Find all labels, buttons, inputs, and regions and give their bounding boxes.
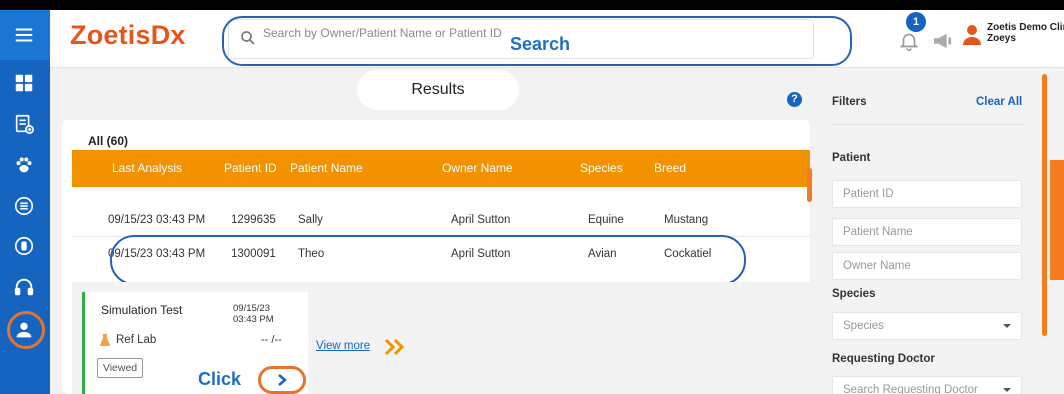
status-badge: Viewed (97, 358, 143, 378)
bell-icon[interactable] (898, 30, 920, 52)
headset-icon[interactable] (11, 274, 37, 300)
help-icon[interactable]: ? (787, 92, 802, 107)
table-scrollbar[interactable] (807, 168, 812, 202)
megaphone-icon[interactable] (932, 32, 954, 50)
app-frame: ZoetisDx 1 Zoetis Demo Clini Zoeys Searc… (0, 10, 1064, 394)
column-header[interactable]: Patient Name (290, 150, 363, 187)
sidebar-highlight-circle (7, 311, 45, 349)
owner-name-field[interactable]: Owner Name (832, 252, 1022, 280)
test-name: Simulation Test (101, 303, 183, 317)
user-avatar-icon[interactable] (962, 24, 982, 46)
info-icon[interactable] (11, 233, 37, 259)
row-annotation-oval (110, 235, 746, 285)
add-report-icon[interactable] (11, 111, 37, 137)
filters-divider (832, 124, 1024, 125)
notification-badge: 1 (906, 12, 926, 32)
list-icon[interactable] (11, 193, 37, 219)
column-header[interactable]: Owner Name (442, 150, 513, 187)
clinic-name[interactable]: Zoetis Demo Clini (987, 22, 1064, 33)
species-select[interactable]: Species (832, 312, 1022, 340)
species-select-value: Species (843, 320, 884, 332)
filters-scrollbar[interactable] (1042, 74, 1047, 336)
cell-owner-name: April Sutton (451, 214, 511, 226)
cell-species: Equine (588, 214, 624, 226)
species-filter-label: Species (832, 288, 876, 300)
caret-down-icon (1003, 324, 1011, 328)
flask-icon (100, 334, 110, 346)
filters-title: Filters (832, 96, 867, 108)
table-header: Last Analysis Patient ID Patient Name Ow… (72, 150, 810, 187)
menu-icon[interactable] (11, 22, 37, 48)
double-chevron-right-icon (384, 338, 405, 356)
caret-down-icon (1003, 388, 1011, 392)
patient-name-field[interactable]: Patient Name (832, 218, 1022, 246)
results-count: All (60) (88, 134, 129, 148)
cell-patient-id: 1299635 (231, 214, 276, 226)
next-button[interactable] (258, 366, 306, 394)
filters-panel: Filters Clear All Patient Patient ID Pat… (814, 68, 1064, 394)
requesting-doctor-value: Search Requesting Doctor (843, 384, 978, 394)
click-annotation-label: Click (198, 369, 242, 389)
column-header[interactable]: Species (580, 150, 623, 187)
search-annotation-label: Search (510, 34, 571, 54)
cell-breed: Mustang (664, 214, 709, 226)
cell-last-analysis: 09/15/23 03:43 PM (108, 214, 206, 226)
column-header[interactable]: Last Analysis (112, 150, 182, 187)
lab-type: Ref Lab (116, 334, 157, 346)
doctor-filter-label: Requesting Doctor (832, 353, 935, 365)
column-header[interactable]: Patient ID (224, 150, 277, 187)
dashboard-icon[interactable] (11, 70, 37, 96)
test-date: 09/15/23 03:43 PM (233, 303, 274, 325)
patient-filter-label: Patient (832, 152, 871, 164)
table-row[interactable]: 09/15/23 03:43 PM 1299635 Sally April Su… (72, 204, 810, 237)
clear-all-button[interactable]: Clear All (976, 96, 1022, 108)
view-more-link[interactable]: View more (316, 340, 370, 352)
requesting-doctor-select[interactable]: Search Requesting Doctor (832, 376, 1022, 394)
chevron-right-icon (278, 374, 287, 386)
patient-id-field[interactable]: Patient ID (832, 180, 1022, 208)
cell-patient-name: Sally (298, 214, 323, 226)
page-title: Results (357, 70, 519, 110)
lab-value: -- /-- (261, 334, 282, 346)
app-logo[interactable]: ZoetisDx (70, 20, 186, 51)
user-name[interactable]: Zoeys (987, 33, 1016, 44)
column-header[interactable]: Breed (654, 150, 686, 187)
side-tab[interactable] (1050, 160, 1064, 280)
paw-icon[interactable] (11, 152, 37, 178)
